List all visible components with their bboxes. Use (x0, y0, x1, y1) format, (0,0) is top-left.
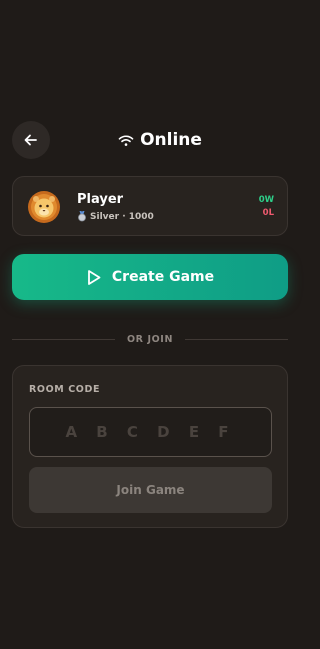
divider-line-right (185, 338, 288, 340)
rank-row: Silver · 1000 (77, 211, 154, 222)
create-game-label: Create Game (111, 269, 215, 285)
wins-count: 0W (258, 195, 274, 205)
back-button[interactable] (12, 121, 50, 159)
join-game-label: Join Game (116, 483, 185, 497)
losses-count: 0L (262, 208, 274, 218)
create-game-button[interactable]: Create Game (12, 254, 288, 300)
title-wrap: Online (12, 121, 308, 159)
join-card: ROOM CODE Join Game (12, 365, 288, 528)
room-code-input[interactable] (29, 407, 272, 457)
room-code-label: ROOM CODE (29, 384, 101, 395)
play-icon (87, 269, 101, 285)
join-game-button[interactable]: Join Game (29, 467, 272, 513)
page-title: Online (140, 130, 202, 150)
player-name: Player (77, 192, 124, 207)
rank-text: Silver · 1000 (90, 211, 154, 222)
wifi-icon (118, 134, 134, 146)
profile-card: Player Silver · 1000 0W 0L (12, 176, 288, 236)
divider-line-left (12, 338, 115, 340)
or-join-divider: OR JOIN (12, 332, 288, 346)
divider-text: OR JOIN (127, 333, 173, 345)
medal-icon (78, 211, 86, 222)
arrow-left-icon (24, 134, 37, 146)
lion-icon (28, 191, 60, 223)
header: Online (12, 121, 308, 159)
